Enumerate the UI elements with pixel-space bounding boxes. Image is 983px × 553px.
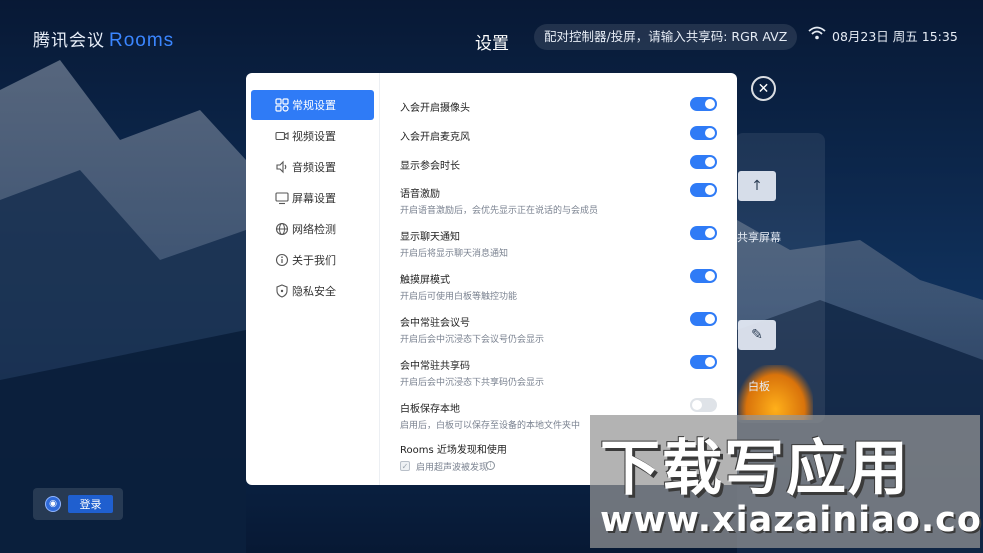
toggle-camera[interactable] [690, 97, 717, 111]
info-icon[interactable]: i [486, 461, 495, 470]
nav-item-about[interactable]: 关于我们 [251, 245, 374, 275]
grid-icon [275, 98, 289, 112]
nav-item-network[interactable]: 网络检测 [251, 214, 374, 244]
watermark-title: 下载写应用 [600, 434, 910, 504]
speaker-icon [276, 160, 287, 174]
setting-desc-touch-mode: 开启后可使用白板等触控功能 [400, 292, 518, 302]
pairing-code-hint: 配对控制器/投屏，请输入共享码: RGR AVZ [534, 24, 798, 50]
upload-arrow-icon: ↑ [751, 178, 763, 194]
logo-text: 腾讯会议 [33, 31, 105, 51]
toggle-meeting-id[interactable] [690, 312, 717, 326]
app-logo: 腾讯会议 Rooms [33, 26, 174, 52]
nav-item-label: 常规设置 [292, 99, 336, 112]
login-button[interactable]: 登录 [68, 495, 113, 513]
setting-title-duration: 显示参会时长 [400, 161, 460, 172]
datetime-display: 08月23日 周五 15:35 [832, 29, 958, 44]
close-settings-button[interactable]: ✕ [751, 76, 776, 101]
page-title: 设置 [475, 34, 509, 54]
setting-desc-voice-activation: 开启语音激励后，会优先显示正在说话的与会成员 [400, 206, 599, 216]
toggle-chat-notify[interactable] [690, 226, 717, 240]
toggle-whiteboard-save[interactable] [690, 398, 717, 412]
info-icon [275, 253, 289, 267]
toggle-share-code[interactable] [690, 355, 717, 369]
setting-title-whiteboard-save: 白板保存本地 [400, 404, 460, 415]
setting-title-voice-activation: 语音激励 [400, 189, 440, 200]
nav-item-label: 音频设置 [292, 161, 336, 174]
nav-item-general[interactable]: 常规设置 [251, 90, 374, 120]
close-icon[interactable]: ✕ [758, 82, 770, 96]
toggle-mic[interactable] [690, 126, 717, 140]
whiteboard-label: 白板 [748, 380, 770, 393]
camera-icon [275, 131, 289, 141]
nav-item-label: 视频设置 [292, 130, 336, 143]
nav-item-label: 网络检测 [292, 223, 336, 236]
ultrasonic-checkbox-label: 启用超声波被发现 [416, 463, 489, 473]
ultrasonic-checkbox[interactable]: ✓ [400, 461, 410, 471]
setting-title-touch-mode: 触摸屏模式 [400, 275, 450, 286]
setting-desc-share-code: 开启后会中沉浸态下共享码仍会显示 [400, 378, 545, 388]
share-screen-tile[interactable]: ↑ [738, 171, 776, 201]
setting-title-mic: 入会开启麦克风 [400, 132, 470, 143]
nav-item-screen[interactable]: 屏幕设置 [251, 183, 374, 213]
setting-title-camera: 入会开启摄像头 [400, 103, 470, 114]
toggle-voice-activation[interactable] [690, 183, 717, 197]
user-avatar-icon: ◉ [45, 496, 61, 512]
nav-item-video[interactable]: 视频设置 [251, 121, 374, 151]
toggle-touch-mode[interactable] [690, 269, 717, 283]
nav-item-privacy[interactable]: 隐私安全 [251, 276, 374, 306]
setting-desc-chat-notify: 开启后将显示聊天消息通知 [400, 249, 509, 259]
rooms-section-title: Rooms 近场发现和使用 [400, 445, 507, 456]
nav-item-label: 隐私安全 [292, 285, 336, 298]
wifi-icon [808, 26, 826, 40]
nav-item-label: 屏幕设置 [292, 192, 336, 205]
settings-nav: 常规设置 视频设置 音频设置 屏幕设置 网络检测 关于我们 隐私安全 [246, 73, 380, 485]
pen-icon: ✎ [751, 327, 763, 343]
nav-item-audio[interactable]: 音频设置 [251, 152, 374, 182]
setting-desc-whiteboard-save: 启用后，白板可以保存至设备的本地文件夹中 [400, 421, 581, 431]
monitor-icon [275, 192, 289, 205]
shield-icon [276, 284, 288, 298]
share-screen-label: 共享屏幕 [737, 231, 781, 244]
setting-desc-meeting-id: 开启后会中沉浸态下会议号仍会显示 [400, 335, 545, 345]
setting-title-chat-notify: 显示聊天通知 [400, 232, 460, 243]
globe-icon [275, 222, 289, 236]
logo-suffix: Rooms [109, 30, 175, 51]
whiteboard-tile[interactable]: ✎ [738, 320, 776, 350]
setting-title-share-code: 会中常驻共享码 [400, 361, 470, 372]
watermark-url: www.xiazainiao.com [600, 500, 983, 540]
setting-title-meeting-id: 会中常驻会议号 [400, 318, 470, 329]
nav-item-label: 关于我们 [292, 254, 336, 267]
toggle-duration[interactable] [690, 155, 717, 169]
